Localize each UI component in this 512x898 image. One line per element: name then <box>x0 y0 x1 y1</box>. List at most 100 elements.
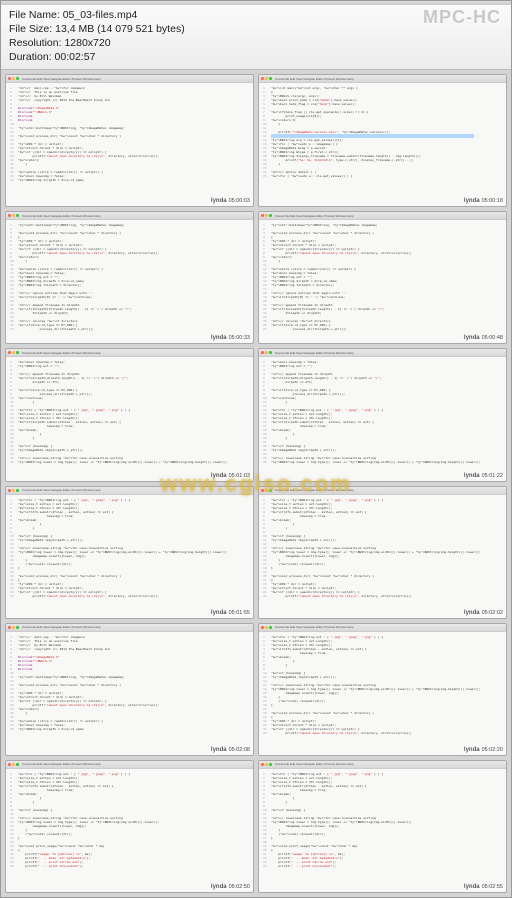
thumbnail[interactable]: Xcode File Edit View Navigate Editor Pro… <box>258 623 507 756</box>
brand-watermark: lynda05:00:33 <box>210 335 251 341</box>
label-duration: Duration: <box>9 51 52 63</box>
thumbnail[interactable]: Xcode File Edit View Navigate Editor Pro… <box>5 74 254 207</box>
thumb-titlebar: Xcode File Edit View Navigate Editor Pro… <box>6 75 253 83</box>
thumb-titlebar: Xcode File Edit View Navigate Editor Pro… <box>259 761 506 769</box>
minimize-icon <box>265 77 268 80</box>
minimize-icon <box>265 351 268 354</box>
thumb-titlebar: Xcode File Edit View Navigate Editor Pro… <box>6 212 253 220</box>
close-icon <box>261 626 264 629</box>
label-filesize: File Size: <box>9 23 52 35</box>
thumb-titlebar: Xcode File Edit View Navigate Editor Pro… <box>6 624 253 632</box>
thumbnail[interactable]: Xcode File Edit View Navigate Editor Pro… <box>258 74 507 207</box>
label-resolution: Resolution: <box>9 37 62 49</box>
thumb-menubar: Xcode File Edit View Navigate Editor Pro… <box>22 351 100 355</box>
thumbnail-grid: Xcode File Edit View Navigate Editor Pro… <box>5 74 507 893</box>
thumb-menubar: Xcode File Edit View Navigate Editor Pro… <box>275 488 353 492</box>
thumbnail[interactable]: Xcode File Edit View Navigate Editor Pro… <box>258 486 507 619</box>
thumb-menubar: Xcode File Edit View Navigate Editor Pro… <box>22 77 100 81</box>
code-editor: 1"cm">// main.cpp - "kw">for imagewiz2"c… <box>6 632 253 734</box>
minimize-icon <box>265 626 268 629</box>
close-icon <box>261 351 264 354</box>
code-editor: 1 "kw">bool haveimg = false;2 "ty">BWStr… <box>259 357 506 467</box>
file-info-panel: MPC-HC File Name: 05_03-files.mp4 File S… <box>1 5 511 70</box>
thumb-titlebar: Xcode File Edit View Navigate Editor Pro… <box>6 761 253 769</box>
minimize-icon <box>12 763 15 766</box>
traffic-lights <box>8 763 19 766</box>
code-editor: 1"kw">int main("kw">int argc, "kw">char … <box>259 83 506 181</box>
thumb-titlebar: Xcode File Edit View Navigate Editor Pro… <box>6 349 253 357</box>
code-editor: 1 "kw">for ( "ty">BWString ext : { ".jpg… <box>6 769 253 871</box>
thumb-titlebar: Xcode File Edit View Navigate Editor Pro… <box>259 487 506 495</box>
thumb-menubar: Xcode File Edit View Navigate Editor Pro… <box>275 351 353 355</box>
thumbnail[interactable]: Xcode File Edit View Navigate Editor Pro… <box>5 348 254 481</box>
zoom-icon <box>269 626 272 629</box>
zoom-icon <box>16 77 19 80</box>
thumb-menubar: Xcode File Edit View Navigate Editor Pro… <box>275 762 353 766</box>
zoom-icon <box>16 763 19 766</box>
minimize-icon <box>12 626 15 629</box>
label-filename: File Name: <box>9 9 60 21</box>
zoom-icon <box>269 763 272 766</box>
code-editor: 1"ty">std::multimap<"ty">BWString, "ty">… <box>259 220 506 334</box>
code-editor: 1 "kw">for ( "ty">BWString ext : { ".jpg… <box>259 769 506 871</box>
zoom-icon <box>16 489 19 492</box>
close-icon <box>8 763 11 766</box>
code-editor: 1 "kw">for ( "ty">BWString ext : { ".jpg… <box>259 632 506 738</box>
zoom-icon <box>269 351 272 354</box>
traffic-lights <box>8 214 19 217</box>
close-icon <box>261 763 264 766</box>
minimize-icon <box>265 489 268 492</box>
zoom-icon <box>16 626 19 629</box>
close-icon <box>261 489 264 492</box>
code-editor: 1"cm">// main.cpp - "kw">for imagewiz2"c… <box>6 83 253 185</box>
traffic-lights <box>8 489 19 492</box>
traffic-lights <box>261 763 272 766</box>
thumbnail[interactable]: Xcode File Edit View Navigate Editor Pro… <box>5 211 254 344</box>
brand-watermark: lynda05:02:55 <box>463 884 504 890</box>
minimize-icon <box>265 763 268 766</box>
code-editor: 1 "kw">for ( "ty">BWString ext : { ".jpg… <box>259 495 506 601</box>
brand-watermark: lynda05:00:18 <box>463 198 504 204</box>
info-duration: Duration: 00:02:57 <box>9 50 503 64</box>
close-icon <box>8 351 11 354</box>
thumbnail[interactable]: Xcode File Edit View Navigate Editor Pro… <box>258 211 507 344</box>
thumb-menubar: Xcode File Edit View Navigate Editor Pro… <box>275 214 353 218</box>
value-resolution: 1280x720 <box>64 37 110 49</box>
player-window: MPC-HC File Name: 05_03-files.mp4 File S… <box>0 0 512 898</box>
brand-watermark: lynda05:01:22 <box>463 473 504 479</box>
video-area[interactable]: Xcode File Edit View Navigate Editor Pro… <box>1 70 511 897</box>
thumb-titlebar: Xcode File Edit View Navigate Editor Pro… <box>259 349 506 357</box>
traffic-lights <box>8 77 19 80</box>
traffic-lights <box>261 77 272 80</box>
thumbnail[interactable]: Xcode File Edit View Navigate Editor Pro… <box>258 348 507 481</box>
traffic-lights <box>8 626 19 629</box>
minimize-icon <box>12 214 15 217</box>
close-icon <box>261 77 264 80</box>
zoom-icon <box>269 214 272 217</box>
brand-watermark: lynda05:00:48 <box>463 335 504 341</box>
zoom-icon <box>16 351 19 354</box>
traffic-lights <box>261 214 272 217</box>
thumbnail[interactable]: Xcode File Edit View Navigate Editor Pro… <box>5 486 254 619</box>
thumb-menubar: Xcode File Edit View Navigate Editor Pro… <box>275 77 353 81</box>
thumbnail[interactable]: Xcode File Edit View Navigate Editor Pro… <box>258 760 507 893</box>
value-duration: 00:02:57 <box>55 51 96 63</box>
traffic-lights <box>8 351 19 354</box>
brand-watermark: lynda05:02:20 <box>463 747 504 753</box>
zoom-icon <box>269 77 272 80</box>
brand-watermark: lynda05:01:03 <box>210 473 251 479</box>
info-resolution: Resolution: 1280x720 <box>9 36 503 50</box>
brand-watermark: lynda05:02:02 <box>463 610 504 616</box>
thumbnail[interactable]: Xcode File Edit View Navigate Editor Pro… <box>5 760 254 893</box>
thumbnail[interactable]: Xcode File Edit View Navigate Editor Pro… <box>5 623 254 756</box>
thumb-titlebar: Xcode File Edit View Navigate Editor Pro… <box>259 75 506 83</box>
traffic-lights <box>261 489 272 492</box>
minimize-icon <box>12 77 15 80</box>
minimize-icon <box>265 214 268 217</box>
value-filename: 05_03-files.mp4 <box>63 9 138 21</box>
thumb-menubar: Xcode File Edit View Navigate Editor Pro… <box>275 625 353 629</box>
zoom-icon <box>269 489 272 492</box>
player-logo: MPC-HC <box>423 10 501 24</box>
brand-watermark: lynda05:00:03 <box>210 198 251 204</box>
code-editor: 1 "kw">bool haveimg = false;2 "ty">BWStr… <box>6 357 253 467</box>
